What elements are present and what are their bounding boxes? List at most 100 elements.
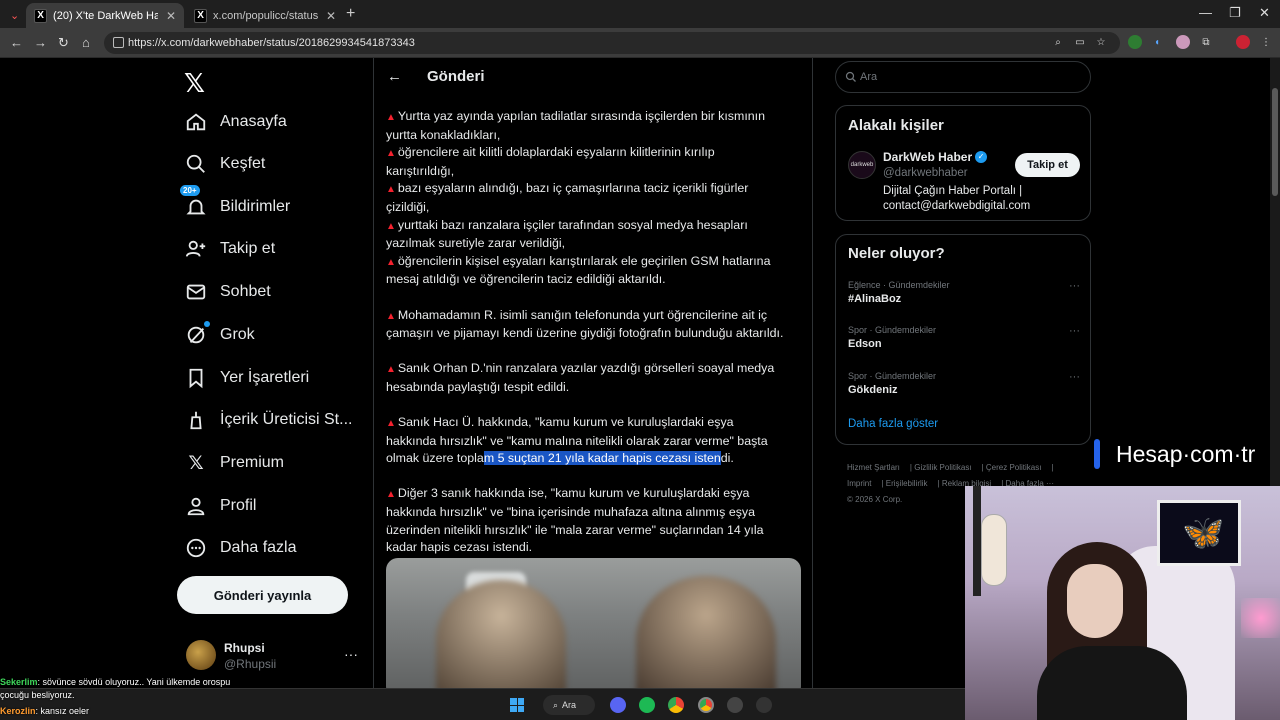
tab-populicc[interactable]: X x.com/populicc/status/20185 ✕	[186, 3, 344, 28]
sidebar-item-home[interactable]: Anasayfa	[184, 104, 287, 140]
more-dots-icon[interactable]: ···	[1069, 280, 1080, 292]
back-arrow-icon[interactable]: ←	[387, 68, 402, 85]
tab-darkweb[interactable]: X (20) X'te DarkWeb Haber: "KYK ✕	[26, 3, 184, 28]
taskbar-search[interactable]: ⌕ Ara	[543, 695, 595, 715]
extension-icon[interactable]: ◖	[1150, 35, 1164, 49]
footer-link[interactable]: Çerez Politikası	[986, 463, 1042, 472]
sidebar-item-label: Premium	[220, 454, 285, 471]
text-line: yazılmak suretiyle zarar verildiği,	[386, 236, 566, 251]
sidebar-item-messages[interactable]: Sohbet	[184, 274, 271, 310]
sidebar-item-follow[interactable]: Takip et	[184, 231, 275, 267]
grok-icon	[184, 321, 210, 347]
site-info-icon[interactable]	[113, 37, 124, 48]
post-button[interactable]: Gönderi yayınla	[177, 576, 348, 614]
selected-text[interactable]: m 5 suçtan 21 yıla kadar hapis cezası is…	[483, 451, 721, 466]
maximize-icon[interactable]: ❐	[1229, 5, 1241, 21]
x-logo-icon[interactable]: 𝕏	[184, 68, 205, 99]
streamer-body	[1037, 646, 1187, 720]
app-icon[interactable]	[727, 697, 743, 713]
scrollbar-thumb[interactable]	[1272, 88, 1278, 196]
minimize-icon[interactable]: —	[1199, 5, 1212, 20]
add-person-icon	[184, 237, 208, 261]
close-window-icon[interactable]: ✕	[1259, 5, 1270, 21]
tab-search-button[interactable]: ⌄	[6, 3, 26, 28]
bell-icon: 20+	[180, 185, 208, 219]
sidebar-item-profile[interactable]: Profil	[184, 488, 256, 524]
account-switcher[interactable]: Rhupsi @Rhupsii ···	[186, 640, 366, 680]
post-paragraph: ▲ Diğer 3 sanık hakkında ise, "kamu kurum…	[386, 485, 798, 556]
search-input[interactable]: Ara	[835, 61, 1091, 93]
page-title: Gönderi	[427, 68, 485, 85]
spotify-icon[interactable]	[639, 697, 655, 713]
show-more-link[interactable]: Daha fazla göster	[848, 418, 938, 430]
sidebar-item-notifications[interactable]: 20+ Bildirimler	[180, 185, 291, 225]
profile-avatar-icon[interactable]	[1236, 35, 1250, 49]
post-paragraph: ▲ Sanık Hacı Ü. hakkında, "kamu kurum ve …	[386, 414, 798, 468]
discord-icon[interactable]	[610, 697, 626, 713]
menu-kebab-icon[interactable]: ⋮	[1259, 35, 1273, 49]
avatar[interactable]: darkweb	[848, 151, 876, 179]
wall-frame: 🦋	[1157, 500, 1241, 566]
trend-item[interactable]: Eğlence · Gündemdekiler #AlinaBoz ···	[848, 280, 1080, 305]
windows-start-icon[interactable]	[510, 698, 524, 712]
post-image[interactable]	[386, 558, 801, 688]
url-text: https://x.com/darkwebhaber/status/201862…	[128, 37, 415, 49]
reload-icon[interactable]: ↻	[58, 35, 69, 51]
zoom-icon[interactable]: ⌕	[1051, 35, 1065, 49]
trend-item[interactable]: Spor · Gündemdekiler Edson ···	[848, 325, 1080, 350]
footer-link[interactable]: Hizmet Şartları	[847, 463, 900, 472]
sidebar-item-label: Profil	[220, 497, 257, 514]
x-logo-icon: X	[194, 8, 208, 23]
creator-studio-icon	[184, 408, 208, 432]
extension-icon[interactable]	[1176, 35, 1190, 49]
home-icon[interactable]: ⌂	[82, 35, 90, 50]
close-icon[interactable]: ✕	[326, 9, 336, 23]
trend-category: Spor · Gündemdekiler	[848, 325, 937, 335]
chat-message: Kerozlin: kansız oeler	[0, 705, 240, 718]
more-dots-icon[interactable]: ···	[1069, 325, 1080, 337]
chrome-icon[interactable]	[668, 697, 684, 713]
text-line: Sanık Orhan D.'nin ranzalara yazılar yaz…	[397, 361, 775, 376]
status-dot	[204, 321, 210, 327]
account-name-text: DarkWeb Haber	[883, 150, 973, 164]
extension-icon[interactable]	[1128, 35, 1142, 49]
tab-title: (20) X'te DarkWeb Haber: "KYK	[53, 9, 158, 22]
sidebar-item-explore[interactable]: Keşfet	[184, 146, 265, 182]
new-tab-icon[interactable]: +	[346, 5, 355, 23]
forward-icon[interactable]: →	[34, 35, 47, 50]
account-name[interactable]: DarkWeb Haber ✓	[883, 150, 988, 164]
footer-link[interactable]: Gizlilik Politikası	[914, 463, 971, 472]
sidebar-item-creator-studio[interactable]: İçerik Üreticisi St...	[184, 402, 352, 438]
sidebar-item-premium[interactable]: 𝕏 Premium	[184, 445, 284, 481]
extensions-puzzle-icon[interactable]: ⧉	[1199, 35, 1213, 49]
image-detail	[436, 580, 566, 688]
cast-icon[interactable]: ▭	[1073, 35, 1087, 49]
post-paragraph: ▲ Sanık Orhan D.'nin ranzalara yazılar ya…	[386, 360, 798, 396]
red-triangle-icon: ▲	[386, 148, 396, 160]
chrome-icon[interactable]	[698, 697, 714, 713]
text-line: hakkında hırsızlık" ve "kamu malına nite…	[386, 433, 768, 448]
footer-link[interactable]: Erişilebilirlik	[886, 479, 928, 488]
sidebar-item-bookmarks[interactable]: Yer İşaretleri	[184, 360, 309, 396]
sidebar-item-more[interactable]: Daha fazla	[184, 530, 297, 566]
sidebar-item-label: İçerik Üreticisi St...	[220, 411, 353, 428]
bio-line: Dijital Çağın Haber Portalı |	[883, 185, 1023, 197]
pink-light	[1241, 598, 1280, 638]
footer-link[interactable]: Imprint	[847, 479, 871, 488]
app-icon[interactable]	[756, 697, 772, 713]
bookmark-star-icon[interactable]: ☆	[1094, 35, 1108, 49]
address-bar[interactable]: https://x.com/darkwebhaber/status/201862…	[104, 32, 1120, 54]
trend-name: Gökdeniz	[848, 384, 898, 396]
post-paragraph: ▲ Yurtta yaz ayında yapılan tadilatlar sı…	[386, 108, 798, 289]
follow-button[interactable]: Takip et	[1015, 153, 1080, 177]
card-title: Alakalı kişiler	[848, 117, 944, 134]
trend-category: Eğlence · Gündemdekiler	[848, 280, 950, 290]
sidebar-item-label: Bildirimler	[220, 198, 291, 215]
more-dots-icon[interactable]: ···	[1069, 371, 1080, 383]
trend-item[interactable]: Spor · Gündemdekiler Gökdeniz ···	[848, 371, 1080, 396]
back-icon[interactable]: ←	[10, 35, 23, 50]
more-dots-icon[interactable]: ···	[344, 646, 358, 662]
close-icon[interactable]: ✕	[166, 9, 176, 23]
sidebar-item-label: Anasayfa	[220, 113, 287, 130]
sidebar-item-grok[interactable]: Grok	[184, 317, 255, 353]
